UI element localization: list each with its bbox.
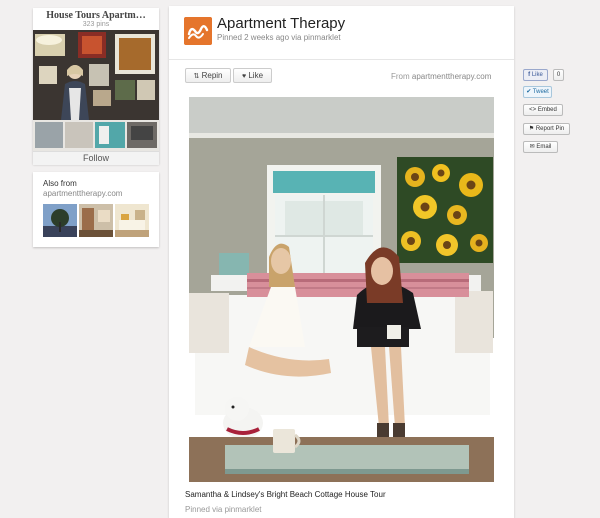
repin-icon: ⇅: [193, 73, 200, 80]
embed-label: Embed: [537, 107, 557, 113]
pin-source-name[interactable]: Apartment Therapy: [217, 15, 345, 32]
email-label: Email: [536, 144, 552, 150]
also-from-thumb[interactable]: [115, 204, 149, 237]
repin-label: Repin: [201, 71, 223, 80]
also-from-thumb[interactable]: [79, 204, 113, 237]
email-icon: ✉: [529, 144, 535, 150]
facebook-like-count: 0: [553, 69, 564, 81]
twitter-icon: ✔: [526, 89, 532, 95]
pin-from: From apartmenttherapy.com: [391, 72, 491, 81]
pin-description: Samantha & Lindsey's Bright Beach Cottag…: [185, 490, 386, 499]
board-title[interactable]: House Tours Apartm…: [33, 10, 159, 21]
facebook-icon: f: [528, 72, 531, 78]
also-from-domain[interactable]: apartmenttherapy.com: [43, 189, 122, 198]
like-button[interactable]: ♥ Like: [233, 68, 272, 83]
embed-icon: <>: [529, 107, 537, 113]
also-from-card: Also from apartmenttherapy.com: [33, 172, 159, 247]
report-pin-button[interactable]: ⚑ Report Pin: [523, 123, 570, 135]
also-from-thumb[interactable]: [43, 204, 77, 237]
board-card[interactable]: House Tours Apartm… 323 pins Follow: [33, 8, 159, 165]
flag-icon: ⚑: [528, 126, 535, 132]
tweet-button[interactable]: ✔ Tweet: [523, 86, 552, 98]
like-label: Like: [248, 71, 264, 80]
pin-meta: Pinned 2 weeks ago via pinmarklet: [217, 33, 341, 42]
board-cover-mosaic[interactable]: [33, 30, 159, 154]
pin-via: Pinned via pinmarklet: [185, 505, 262, 514]
email-button[interactable]: ✉ Email: [523, 141, 558, 153]
from-domain-link[interactable]: apartmenttherapy.com: [412, 72, 491, 81]
also-from-label: Also from: [43, 179, 77, 188]
heart-icon: ♥: [241, 73, 247, 80]
tweet-label: Tweet: [532, 89, 549, 95]
follow-button[interactable]: Follow: [33, 151, 159, 165]
report-label: Report Pin: [535, 126, 565, 132]
pin-card: Apartment Therapy Pinned 2 weeks ago via…: [169, 6, 514, 518]
header-divider: [169, 59, 514, 60]
from-prefix: From: [391, 72, 410, 81]
repin-button[interactable]: ⇅ Repin: [185, 68, 231, 83]
embed-button[interactable]: <> Embed: [523, 104, 563, 116]
board-pin-count: 323 pins: [82, 21, 110, 28]
facebook-like-label: Like: [531, 72, 543, 78]
facebook-like-button[interactable]: f Like: [523, 69, 548, 81]
apartment-therapy-logo[interactable]: [184, 17, 212, 45]
pin-image[interactable]: [189, 97, 494, 482]
